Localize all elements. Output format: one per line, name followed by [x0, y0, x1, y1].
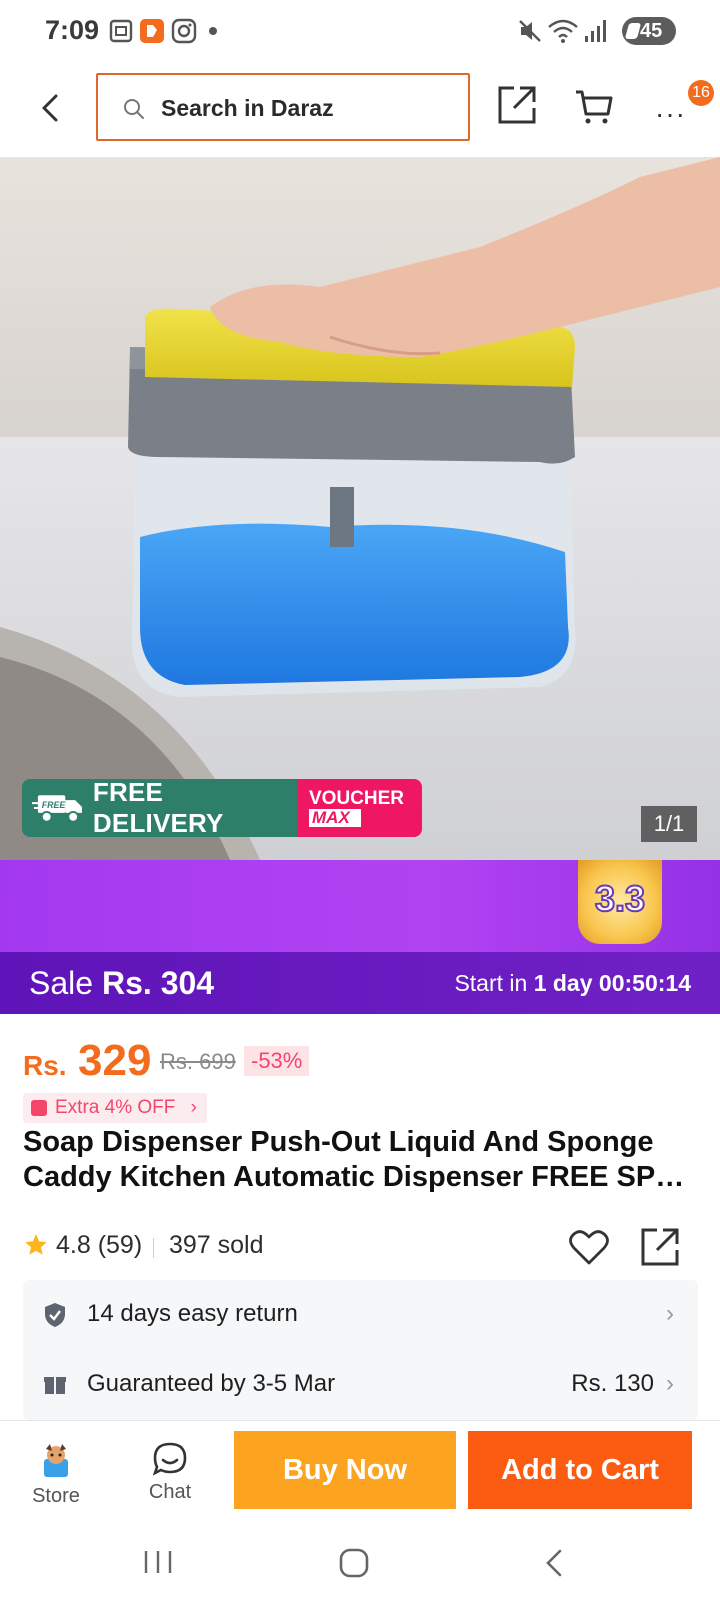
heart-icon[interactable]	[569, 1228, 609, 1266]
add-to-cart-button[interactable]: Add to Cart	[468, 1431, 692, 1509]
status-time: 7:09	[45, 15, 100, 45]
store-button[interactable]: Store	[16, 1441, 96, 1508]
chevron-right-icon: ›	[666, 1300, 674, 1327]
chevron-right-icon: ›	[666, 1370, 674, 1397]
system-nav-bar	[0, 1525, 720, 1600]
sale-label: Sale	[29, 965, 94, 1001]
chat-icon	[152, 1442, 187, 1476]
price-row: Rs. 329 Rs. 699 -53%	[23, 1036, 703, 1086]
chat-button[interactable]: Chat	[130, 1441, 210, 1504]
sale-price: Rs. 304	[102, 965, 215, 1001]
product-image[interactable]: FREE FREE DELIVERY VOUCHER MAX 1/1	[0, 157, 720, 860]
top-header: Search in Daraz ··· 16	[0, 64, 720, 156]
campaign-banner[interactable]: 3.3	[0, 860, 720, 952]
rating-value[interactable]: 4.8 (59)	[56, 1231, 142, 1260]
instagram-icon	[171, 18, 197, 44]
screenshot-icon	[109, 19, 133, 43]
return-policy-row[interactable]: 14 days easy return ›	[23, 1280, 698, 1350]
status-bar: 7:09 45	[0, 0, 720, 64]
notification-badge: 16	[688, 80, 714, 106]
delivery-text: Guaranteed by 3-5 Mar	[87, 1370, 336, 1397]
divider	[153, 1238, 154, 1258]
cart-icon[interactable]	[574, 86, 614, 126]
current-price: 329	[78, 1036, 152, 1085]
return-policy-text: 14 days easy return	[87, 1300, 298, 1327]
extra-off-voucher[interactable]: Extra 4% OFF ›	[23, 1093, 207, 1123]
share-product-icon[interactable]	[639, 1226, 681, 1268]
service-info-box: 14 days easy return › Guaranteed by 3-5 …	[23, 1280, 698, 1420]
voucher-tag-icon	[31, 1100, 47, 1116]
extra-off-text: Extra 4% OFF	[55, 1097, 176, 1118]
back-arrow-icon[interactable]	[30, 86, 74, 130]
chevron-right-icon: ›	[190, 1097, 197, 1118]
chat-label: Chat	[148, 1481, 192, 1503]
app-icon	[140, 19, 164, 43]
image-counter: 1/1	[641, 806, 697, 842]
rating-row: 4.8 (59) 397 sold	[23, 1228, 703, 1266]
free-delivery-banner: FREE FREE DELIVERY VOUCHER MAX	[22, 779, 422, 837]
voucher-max-label: MAX	[309, 809, 361, 827]
recent-apps-icon[interactable]	[140, 1547, 176, 1577]
delivery-row[interactable]: Guaranteed by 3-5 Mar Rs. 130 ›	[23, 1350, 698, 1420]
discount-badge: -53%	[244, 1046, 310, 1076]
sold-count: 397 sold	[169, 1231, 264, 1259]
campaign-badge: 3.3	[578, 860, 662, 944]
store-label: Store	[32, 1485, 80, 1507]
search-placeholder: Search in Daraz	[161, 95, 334, 121]
delivery-truck-icon: FREE	[32, 795, 82, 823]
battery-indicator: 45	[622, 17, 676, 45]
back-nav-icon[interactable]	[540, 1547, 570, 1579]
product-title: Soap Dispenser Push-Out Liquid And Spong…	[23, 1126, 698, 1193]
sale-countdown: Start in 1 day 00:50:14	[454, 970, 691, 996]
store-icon	[44, 1444, 68, 1477]
signal-icon	[585, 20, 606, 42]
shield-check-icon	[45, 1303, 65, 1327]
search-icon	[124, 99, 144, 119]
search-input[interactable]: Search in Daraz	[96, 73, 470, 141]
original-price: Rs. 699	[160, 1049, 236, 1074]
gift-box-icon	[44, 1377, 66, 1394]
voucher-label: VOUCHER	[309, 788, 405, 809]
free-delivery-text: FREE DELIVERY	[92, 779, 224, 837]
currency: Rs.	[23, 1050, 67, 1081]
mute-icon	[519, 20, 541, 42]
home-icon[interactable]	[338, 1547, 370, 1579]
free-delivery-tag: FREE	[42, 800, 67, 810]
bottom-action-bar: Store Chat Buy Now Add to Cart	[0, 1420, 720, 1525]
more-options-icon[interactable]: ···	[655, 98, 686, 130]
share-icon[interactable]	[496, 84, 538, 126]
sale-countdown-bar: Sale Rs. 304 Start in 1 day 00:50:14	[0, 952, 720, 1014]
product-photo	[0, 157, 720, 860]
wifi-icon	[548, 19, 578, 43]
star-icon	[25, 1234, 47, 1255]
delivery-fee: Rs. 130	[571, 1370, 654, 1397]
buy-now-button[interactable]: Buy Now	[234, 1431, 456, 1509]
dot-icon	[209, 27, 217, 35]
